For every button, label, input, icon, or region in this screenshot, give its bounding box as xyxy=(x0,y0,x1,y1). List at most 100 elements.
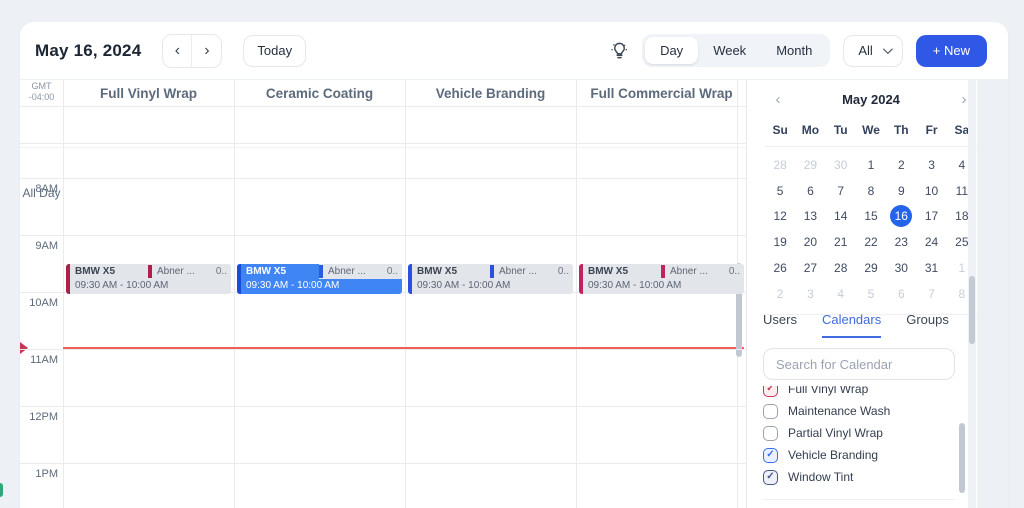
minical-prev-button[interactable]: ‹ xyxy=(767,86,789,112)
minical-day[interactable]: 3 xyxy=(916,152,946,178)
time-label: 9AM xyxy=(35,240,58,252)
timezone-label: GMT -04:00 xyxy=(28,81,55,102)
main-row: GMT -04:00 Full Vinyl Wrap Ceramic Coatin… xyxy=(20,80,1008,508)
chevron-right-icon: › xyxy=(961,90,967,108)
overlapping-event-chip[interactable]: Abner ... 0.. xyxy=(319,264,402,279)
calendar-filter-label: Vehicle Branding xyxy=(788,448,879,462)
lightbulb-icon[interactable] xyxy=(610,41,629,60)
sidebar-tabs: Users Calendars Groups xyxy=(763,312,949,338)
minical-day[interactable]: 27 xyxy=(795,255,825,281)
event-chip[interactable]: BMW X5 09:30 AM - 10:00 AM Abner ... 0.. xyxy=(66,264,231,294)
right-gutter xyxy=(977,80,1008,508)
minical-day[interactable]: 26 xyxy=(765,255,795,281)
minical-day[interactable]: 17 xyxy=(916,204,946,230)
overlapping-event-chip[interactable]: Abner ... 0.. xyxy=(490,264,573,279)
minical-day[interactable]: 29 xyxy=(856,255,886,281)
tab-users[interactable]: Users xyxy=(763,312,797,338)
calendar-filter-row[interactable]: ✓ Window Tint xyxy=(763,466,955,488)
overlapping-event-chip[interactable]: Abner ... 0.. xyxy=(148,264,231,279)
tab-day[interactable]: Day xyxy=(645,37,699,64)
minical-day[interactable]: 6 xyxy=(886,281,916,307)
event-time: 09:30 AM - 10:00 AM xyxy=(75,280,169,291)
minical-day[interactable]: 28 xyxy=(765,152,795,178)
minical-day[interactable]: 30 xyxy=(826,152,856,178)
overlapping-event-chip[interactable]: Abner ... 0.. xyxy=(661,264,744,279)
next-day-button[interactable]: › xyxy=(192,34,222,67)
event-title: Abner ... xyxy=(670,266,708,277)
minical-day[interactable]: 31 xyxy=(916,255,946,281)
calendar-search-input[interactable] xyxy=(763,348,955,380)
event-color-bar xyxy=(319,265,323,278)
checkbox-checked-icon[interactable]: ✓ xyxy=(763,447,778,463)
minical-day[interactable]: 9 xyxy=(886,178,916,204)
checkbox-unchecked-icon[interactable] xyxy=(763,425,778,441)
event-chip[interactable]: BMW X5 09:30 AM - 10:00 AM Abner ... 0.. xyxy=(237,264,402,294)
tab-calendars[interactable]: Calendars xyxy=(821,312,882,338)
tab-groups[interactable]: Groups xyxy=(906,312,949,338)
minical-day[interactable]: 1 xyxy=(856,152,886,178)
event-title: Abner ... xyxy=(157,266,195,277)
minical-day[interactable]: 12 xyxy=(765,204,795,230)
minical-day[interactable]: 13 xyxy=(795,204,825,230)
minical-day[interactable]: 2 xyxy=(886,152,916,178)
new-event-button[interactable]: + New xyxy=(915,34,987,67)
minical-day[interactable]: 20 xyxy=(795,229,825,255)
chat-widget-edge[interactable] xyxy=(0,483,3,497)
minical-day[interactable]: 22 xyxy=(856,229,886,255)
divider xyxy=(765,146,977,147)
minical-day[interactable]: 15 xyxy=(856,204,886,230)
sidebar-scrollbar-track[interactable] xyxy=(968,80,976,508)
today-button[interactable]: Today xyxy=(243,34,307,67)
minical-day[interactable]: 7 xyxy=(916,281,946,307)
event-color-bar xyxy=(148,265,152,278)
event-chip[interactable]: BMW X5 09:30 AM - 10:00 AM Abner ... 0.. xyxy=(408,264,573,294)
day-grid: GMT -04:00 Full Vinyl Wrap Ceramic Coatin… xyxy=(20,80,747,508)
minical-day[interactable]: 5 xyxy=(765,178,795,204)
calendar-filter-row[interactable]: Partial Vinyl Wrap xyxy=(763,422,955,444)
minical-day[interactable]: 24 xyxy=(916,229,946,255)
minical-day[interactable]: 30 xyxy=(886,255,916,281)
minical-day[interactable]: 14 xyxy=(826,204,856,230)
minical-day[interactable]: 8 xyxy=(856,178,886,204)
minical-day[interactable]: 16 xyxy=(886,204,916,230)
grid-line xyxy=(20,147,746,148)
calendar-filter-row[interactable]: Maintenance Wash xyxy=(763,400,955,422)
minical-day[interactable]: 7 xyxy=(826,178,856,204)
chevron-down-icon xyxy=(882,44,893,55)
minical-day[interactable]: 21 xyxy=(826,229,856,255)
minical-day[interactable]: 28 xyxy=(826,255,856,281)
calendar-filter-row[interactable]: ✓ Vehicle Branding xyxy=(763,444,955,466)
minical-day[interactable]: 3 xyxy=(795,281,825,307)
event-time: 09:30 AM - 10:00 AM xyxy=(246,280,340,291)
current-date-title: May 16, 2024 xyxy=(35,40,142,60)
minical-day[interactable]: 5 xyxy=(856,281,886,307)
event-extra: 0.. xyxy=(386,266,398,277)
minical-day[interactable]: 19 xyxy=(765,229,795,255)
calendar-filter-row[interactable]: ✓ Full Vinyl Wrap xyxy=(763,386,955,400)
minical-month-title: May 2024 xyxy=(842,91,900,107)
event-color-bar xyxy=(237,264,241,294)
time-label: 10AM xyxy=(29,297,58,309)
toolbar-left: May 16, 2024 ‹ › Today xyxy=(35,33,307,68)
grid-line xyxy=(20,463,746,464)
view-switcher: Day Week Month xyxy=(642,34,831,67)
minical-day[interactable]: 23 xyxy=(886,229,916,255)
prev-day-button[interactable]: ‹ xyxy=(163,34,193,67)
minical-day[interactable]: 2 xyxy=(765,281,795,307)
calendar-list-scrollbar[interactable] xyxy=(959,423,965,493)
minical-day[interactable]: 6 xyxy=(795,178,825,204)
checkbox-checked-icon[interactable]: ✓ xyxy=(763,469,778,485)
minical-day[interactable]: 10 xyxy=(916,178,946,204)
event-color-bar xyxy=(490,265,494,278)
time-label: 11AM xyxy=(30,354,58,366)
sidebar-scrollbar-thumb[interactable] xyxy=(969,276,975,344)
checkbox-checked-icon[interactable]: ✓ xyxy=(763,386,778,397)
minical-day[interactable]: 4 xyxy=(826,281,856,307)
filter-dropdown[interactable]: All xyxy=(843,34,903,67)
checkbox-unchecked-icon[interactable] xyxy=(763,403,778,419)
tab-week[interactable]: Week xyxy=(698,37,761,64)
minical-day[interactable]: 29 xyxy=(795,152,825,178)
tab-month[interactable]: Month xyxy=(761,37,827,64)
event-color-bar xyxy=(579,264,583,294)
event-chip[interactable]: BMW X5 09:30 AM - 10:00 AM Abner ... 0.. xyxy=(579,264,744,294)
